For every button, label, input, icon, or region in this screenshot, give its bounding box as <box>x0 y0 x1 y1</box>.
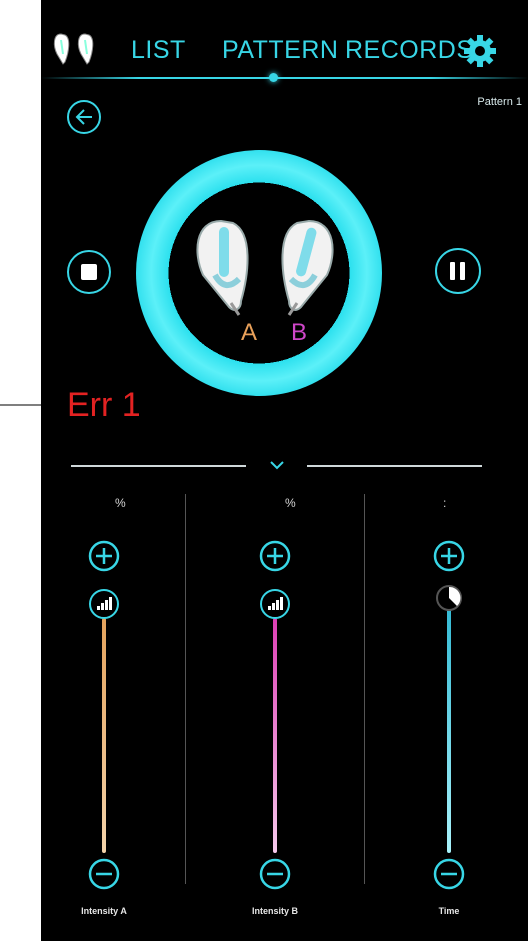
device-display: A B <box>169 183 349 363</box>
divider-left <box>71 465 246 467</box>
intensity-a-track[interactable] <box>102 618 106 853</box>
arrow-left-icon <box>75 109 92 125</box>
minus-icon[interactable] <box>259 858 291 890</box>
device-label-b: B <box>291 319 308 346</box>
clock-icon[interactable] <box>435 584 463 612</box>
intensity-a-value: % <box>115 496 126 510</box>
tab-list[interactable]: LIST <box>131 36 186 65</box>
app-screen: LIST PATTERN RECORDS Pattern 1 A B Err 1… <box>41 0 528 941</box>
stop-icon <box>81 264 97 280</box>
minus-icon[interactable] <box>88 858 120 890</box>
signal-icon[interactable] <box>259 588 291 620</box>
plus-icon[interactable] <box>88 540 120 572</box>
signal-icon[interactable] <box>88 588 120 620</box>
pause-button[interactable] <box>435 248 481 294</box>
column-separator <box>364 494 365 884</box>
pause-icon <box>450 262 466 280</box>
nav-underline <box>41 77 528 79</box>
device-label-a: A <box>241 319 258 346</box>
intensity-b-label: Intensity B <box>251 906 298 916</box>
pattern-label: Pattern 1 <box>477 96 522 108</box>
tab-pattern[interactable]: PATTERN <box>222 36 338 65</box>
plus-icon[interactable] <box>433 540 465 572</box>
chevron-down-icon[interactable] <box>269 459 285 471</box>
tab-records[interactable]: RECORDS <box>345 36 474 65</box>
intensity-b-value: % <box>285 496 296 510</box>
gear-icon[interactable] <box>463 34 497 68</box>
error-message: Err 1 <box>67 386 141 424</box>
time-track[interactable] <box>447 598 451 853</box>
device-pair-icon <box>196 219 334 316</box>
active-tab-indicator <box>269 73 278 82</box>
top-nav: LIST PATTERN RECORDS <box>41 30 528 70</box>
device-logo-icon <box>53 33 94 65</box>
intensity-a-label: Intensity A <box>81 906 127 916</box>
minus-icon[interactable] <box>433 858 465 890</box>
back-button[interactable] <box>67 100 101 134</box>
time-label: Time <box>438 906 460 916</box>
intensity-b-track[interactable] <box>273 618 277 853</box>
plus-icon[interactable] <box>259 540 291 572</box>
divider-right <box>307 465 482 467</box>
stop-button[interactable] <box>67 250 111 294</box>
column-separator <box>185 494 186 884</box>
time-value: : <box>443 496 447 510</box>
